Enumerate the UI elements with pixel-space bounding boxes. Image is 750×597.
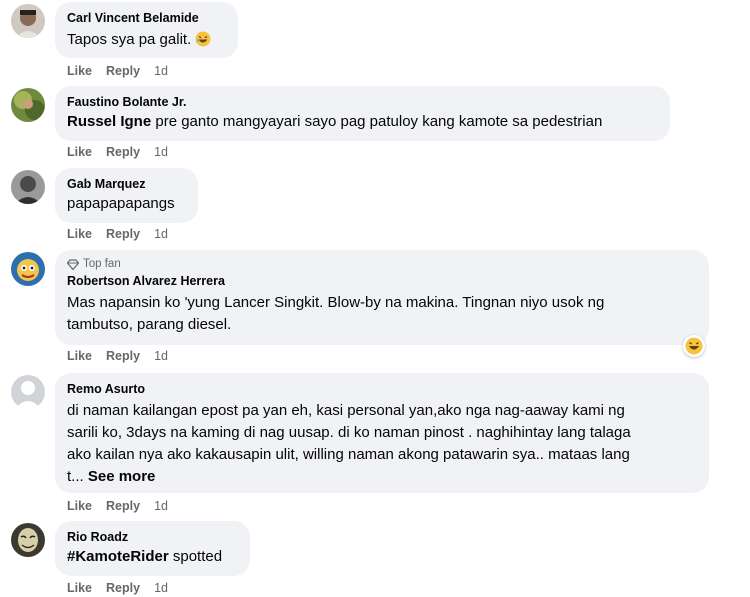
top-fan-label: Top fan: [83, 258, 121, 270]
laughing-emoji-icon: [195, 31, 211, 53]
comment-bubble: Remo Asurto di naman kailangan epost pa …: [55, 373, 709, 493]
avatar[interactable]: [11, 4, 45, 38]
like-button[interactable]: Like: [67, 63, 92, 79]
avatar[interactable]: [11, 88, 45, 122]
avatar[interactable]: [11, 170, 45, 204]
comment-line: ako kailan nya ako kakausapin ulit, will…: [67, 446, 630, 463]
comment-text: Mas napansin ko 'yung Lancer Singkit. Bl…: [67, 292, 697, 336]
comment-timestamp[interactable]: 1d: [154, 580, 168, 596]
mention-link[interactable]: Russel Igne: [67, 113, 151, 130]
reply-button[interactable]: Reply: [106, 144, 140, 160]
like-button[interactable]: Like: [67, 498, 92, 514]
comment-author[interactable]: Carl Vincent Belamide: [67, 10, 226, 26]
comment-timestamp[interactable]: 1d: [154, 63, 168, 79]
comment-timestamp[interactable]: 1d: [154, 226, 168, 242]
reply-button[interactable]: Reply: [106, 63, 140, 79]
comment-author[interactable]: Robertson Alvarez Herrera: [67, 273, 697, 289]
like-button[interactable]: Like: [67, 348, 92, 364]
comment-text: #KamoteRider spotted: [67, 547, 238, 567]
comment-bubble: Faustino Bolante Jr. Russel Igne pre gan…: [55, 86, 670, 141]
comment-actions: Like Reply 1d: [67, 580, 168, 596]
truncated-text: t...: [67, 468, 84, 485]
reply-button[interactable]: Reply: [106, 226, 140, 242]
comment-bubble: Rio Roadz #KamoteRider spotted: [55, 521, 250, 576]
see-more-link[interactable]: See more: [88, 468, 156, 485]
comment-body: pre ganto mangyayari sayo pag patuloy ka…: [151, 113, 603, 130]
comment-actions: Like Reply 1d: [67, 498, 168, 514]
comment-bubble: Carl Vincent Belamide Tapos sya pa galit…: [55, 2, 238, 58]
comment-text: Tapos sya pa galit.: [67, 30, 226, 53]
comment-text: di naman kailangan epost pa yan eh, kasi…: [67, 400, 697, 488]
comment-timestamp[interactable]: 1d: [154, 144, 168, 160]
avatar[interactable]: [11, 252, 45, 286]
reply-button[interactable]: Reply: [106, 580, 140, 596]
top-fan-badge: Top fan: [67, 257, 697, 271]
comment-bubble: Top fan Robertson Alvarez Herrera Mas na…: [55, 250, 709, 345]
laughing-reaction-icon[interactable]: [683, 335, 705, 357]
comment-line: di naman kailangan epost pa yan eh, kasi…: [67, 402, 625, 419]
comment-author[interactable]: Remo Asurto: [67, 381, 697, 397]
comment-actions: Like Reply 1d: [67, 348, 168, 364]
comment-actions: Like Reply 1d: [67, 63, 168, 79]
comment-actions: Like Reply 1d: [67, 144, 168, 160]
like-button[interactable]: Like: [67, 580, 92, 596]
comment-actions: Like Reply 1d: [67, 226, 168, 242]
comment-text: Russel Igne pre ganto mangyayari sayo pa…: [67, 112, 658, 132]
comment-body: Tapos sya pa galit.: [67, 31, 192, 48]
like-button[interactable]: Like: [67, 226, 92, 242]
comment-timestamp[interactable]: 1d: [154, 348, 168, 364]
like-button[interactable]: Like: [67, 144, 92, 160]
comment-body: spotted: [168, 548, 223, 565]
comment-author[interactable]: Rio Roadz: [67, 529, 238, 545]
comment-bubble: Gab Marquez papapapapangs: [55, 168, 198, 223]
comment-line: tambutso, parang diesel.: [67, 316, 232, 333]
comment-text: papapapapangs: [67, 195, 175, 212]
reply-button[interactable]: Reply: [106, 348, 140, 364]
comment-author[interactable]: Gab Marquez: [67, 176, 186, 192]
default-avatar-icon[interactable]: [11, 375, 45, 409]
hashtag-link[interactable]: #KamoteRider: [67, 548, 169, 565]
avatar[interactable]: [11, 523, 45, 557]
comment-line: t... See more: [67, 466, 697, 488]
comment-timestamp[interactable]: 1d: [154, 498, 168, 514]
comment-line: Mas napansin ko 'yung Lancer Singkit. Bl…: [67, 294, 605, 311]
diamond-top-fan-icon: [67, 258, 79, 270]
comment-author[interactable]: Faustino Bolante Jr.: [67, 94, 658, 110]
reply-button[interactable]: Reply: [106, 498, 140, 514]
comment-line: sarili ko, 3days na kaming di nag uusap.…: [67, 424, 631, 441]
